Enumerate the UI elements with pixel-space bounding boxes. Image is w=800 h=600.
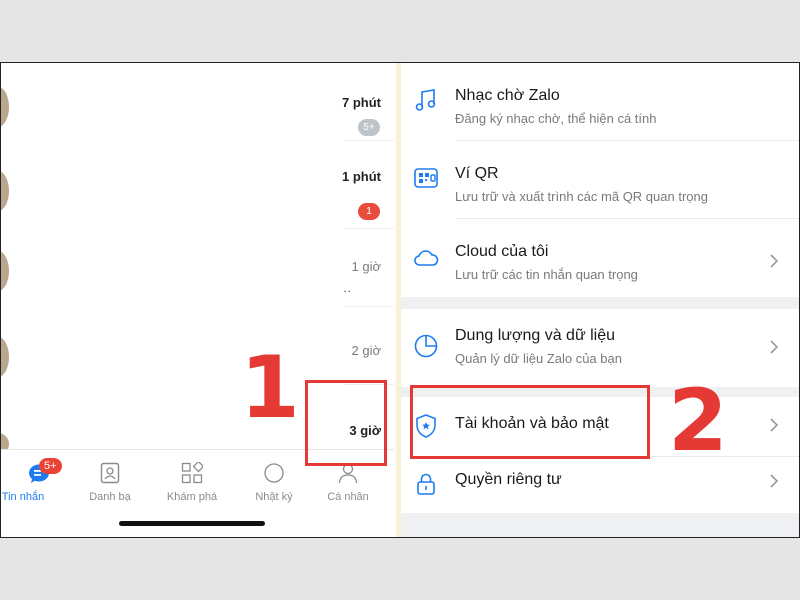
home-indicator xyxy=(119,521,265,526)
nav-discover-label: Khám phá xyxy=(166,491,218,503)
preview-dots: .. xyxy=(343,281,352,295)
menu-item-subtitle: Quản lý dữ liệu Zalo của bạn xyxy=(455,351,622,366)
step-number-1: 1 xyxy=(240,338,300,438)
contacts-book-icon xyxy=(100,462,120,484)
clock-icon xyxy=(264,463,284,483)
cloud-icon xyxy=(414,250,439,266)
chevron-right-icon xyxy=(770,474,779,488)
avatar xyxy=(1,171,9,211)
menu-item-subtitle: Lưu trữ các tin nhắn quan trọng xyxy=(455,267,638,282)
menu-item-title: Nhạc chờ Zalo xyxy=(455,87,560,104)
divider xyxy=(343,140,394,141)
chevron-right-icon xyxy=(770,254,779,268)
avatar xyxy=(1,87,9,127)
nav-contacts-label: Danh bạ xyxy=(89,491,131,503)
menu-item-title: Quyền riêng tư xyxy=(455,471,562,488)
chat-row[interactable]: 1 giờ .. xyxy=(1,229,394,307)
unread-badge: 5+ xyxy=(358,119,380,136)
menu-item-storage[interactable]: Dung lượng và dữ liệu Quản lý dữ liệu Za… xyxy=(401,309,799,387)
nav-messages-label: Tin nhắn xyxy=(1,491,45,503)
menu-item-subtitle: Lưu trữ và xuất trình các mã QR quan trọ… xyxy=(455,189,708,204)
chat-time: 7 phút xyxy=(342,95,381,110)
lock-icon xyxy=(417,473,435,495)
qr-wallet-icon xyxy=(414,168,438,188)
nav-contacts[interactable]: Danh bạ xyxy=(71,450,149,514)
highlight-box-profile xyxy=(305,380,387,466)
chevron-right-icon xyxy=(770,418,779,432)
menu-item-subtitle: Đăng ký nhạc chờ, thể hiện cá tính xyxy=(455,111,657,126)
menu-item-title: Dung lượng và dữ liệu xyxy=(455,327,615,344)
unread-badge: 1 xyxy=(358,203,380,220)
section-gap xyxy=(401,297,799,309)
chat-time: 1 phút xyxy=(342,169,381,184)
grid-apps-icon xyxy=(181,462,203,484)
menu-item-qr-wallet[interactable]: Ví QR Lưu trữ và xuất trình các mã QR qu… xyxy=(401,141,799,219)
chat-row[interactable]: 1 phút 1 xyxy=(1,151,394,229)
chat-row[interactable]: 7 phút 5+ xyxy=(1,63,394,141)
avatar xyxy=(1,337,9,377)
menu-item-cloud[interactable]: Cloud của tôi Lưu trữ các tin nhắn quan … xyxy=(401,219,799,297)
nav-messages[interactable]: 5+ Tin nhắn xyxy=(1,450,79,514)
nav-timeline[interactable]: Nhật ký xyxy=(235,450,313,514)
chevron-right-icon xyxy=(770,340,779,354)
highlight-box-account-security xyxy=(410,385,650,459)
section-gap xyxy=(401,513,799,537)
menu-item-title: Ví QR xyxy=(455,165,499,182)
step-number-2: 2 xyxy=(668,371,728,471)
nav-discover[interactable]: Khám phá xyxy=(153,450,231,514)
nav-timeline-label: Nhật ký xyxy=(255,491,293,503)
menu-item-title: Cloud của tôi xyxy=(455,243,549,260)
chat-time: 1 giờ xyxy=(351,259,382,274)
nav-profile-label: Cá nhân xyxy=(327,491,369,503)
avatar xyxy=(1,251,9,291)
pie-chart-icon xyxy=(414,334,438,358)
music-note-icon xyxy=(415,89,436,111)
chat-row[interactable]: 2 giờ xyxy=(1,307,394,385)
settings-panel: Nhạc chờ Zalo Đăng ký nhạc chờ, thể hiện… xyxy=(401,63,799,537)
menu-item-ringtone[interactable]: Nhạc chờ Zalo Đăng ký nhạc chờ, thể hiện… xyxy=(401,63,799,141)
messages-badge: 5+ xyxy=(39,458,62,474)
menu-item-privacy[interactable]: Quyền riêng tư xyxy=(401,457,799,513)
chat-time: 2 giờ xyxy=(351,343,382,358)
